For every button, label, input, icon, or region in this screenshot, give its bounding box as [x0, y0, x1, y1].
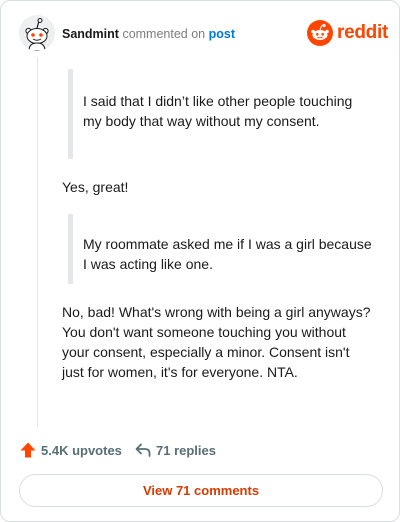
replies-count: 71 replies	[156, 442, 216, 458]
post-link[interactable]: post	[209, 27, 235, 41]
quote-text: I said that I didn’t like other people t…	[83, 93, 353, 129]
comment-body: I said that I didn’t like other people t…	[62, 69, 372, 382]
thread-line	[37, 57, 38, 427]
reddit-snoo-icon	[307, 20, 333, 46]
upvotes-count: 5.4K upvotes	[41, 442, 122, 458]
view-comments-button[interactable]: View 71 comments	[19, 474, 383, 507]
quote-text: My roommate asked me if I was a girl bec…	[83, 236, 372, 272]
reply-arrow-icon	[135, 443, 151, 457]
comment-paragraph: Yes, great!	[62, 179, 129, 195]
byline: Sandmint commented on post	[62, 27, 235, 41]
action-text: commented on	[122, 27, 206, 41]
username-link[interactable]: Sandmint	[62, 27, 119, 41]
comment-paragraph: No, bad! What's wrong with being a girl …	[62, 304, 371, 380]
avatar[interactable]	[19, 15, 55, 51]
upvotes-stat[interactable]: 5.4K upvotes	[19, 439, 122, 461]
comment-footer: 5.4K upvotes 71 replies	[19, 439, 381, 463]
reddit-wordmark: reddit	[337, 22, 388, 43]
replies-stat[interactable]: 71 replies	[134, 439, 216, 461]
upvote-arrow-icon	[20, 442, 36, 458]
blockquote: I said that I didn’t like other people t…	[62, 69, 372, 159]
blockquote: My roommate asked me if I was a girl bec…	[62, 214, 372, 284]
embedded-comment-card: Sandmint commented on post reddit I said…	[0, 0, 400, 522]
comment-header: Sandmint commented on post reddit	[19, 15, 388, 55]
snoo-avatar-icon	[19, 15, 55, 51]
reddit-logo[interactable]: reddit	[307, 20, 388, 46]
